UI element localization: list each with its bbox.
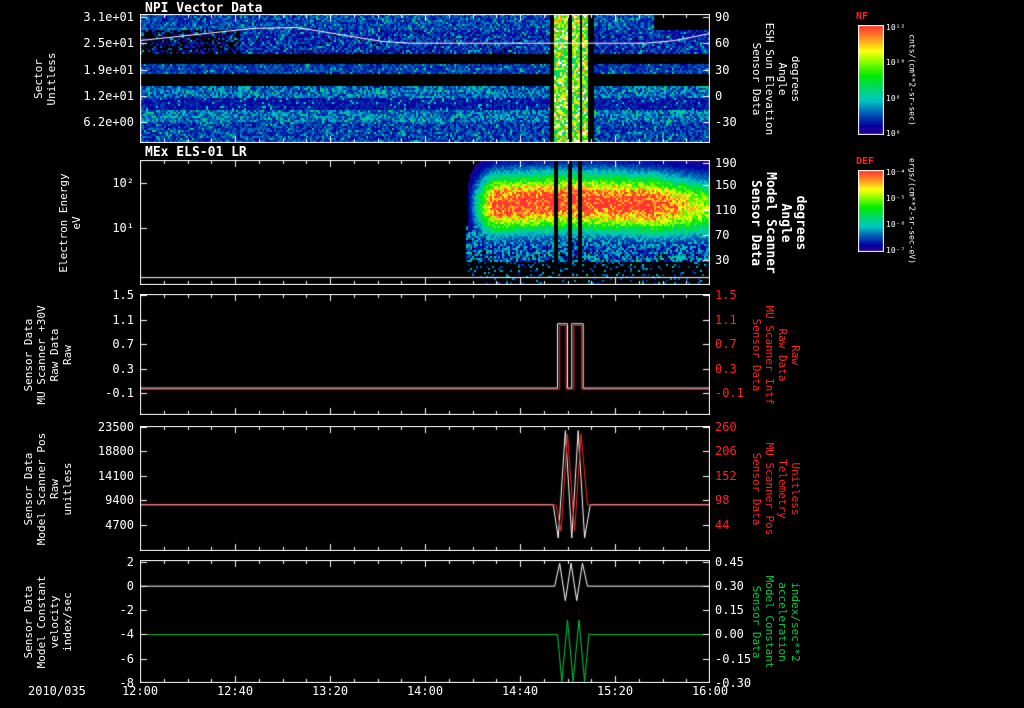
panel4-right-tick-label: 260 xyxy=(715,420,737,434)
panel1-left-tick-label: 3.1e+01 xyxy=(83,9,134,24)
panel2-els-spectrogram-canvas xyxy=(140,160,710,285)
x-axis-tick-label: 14:00 xyxy=(406,684,444,698)
colorbar-nf-canvas xyxy=(858,25,884,135)
panel1-left-tick-label: 1.9e+01 xyxy=(83,62,134,77)
panel5-left-axis-label: Sensor Data Model Constant velocity index/s… xyxy=(22,575,74,668)
panel4-left-axis-label: Sensor Data Model Scanner Pos Raw unitless xyxy=(22,432,74,545)
colorbar-def-canvas xyxy=(858,170,884,252)
colorbar-2-title: DEF xyxy=(856,156,875,167)
colorbar-2-tick-label: 10⁻⁷ xyxy=(886,246,906,256)
panel3-mu-scanner-raw-canvas xyxy=(140,294,710,415)
colorbar-1-tick-label: 10⁸ xyxy=(886,93,901,103)
colorbar-2-units-label: ergs/(cm**2-sr-sec-eV) xyxy=(907,158,917,264)
panel2-title: MEx ELS-01 LR xyxy=(145,145,247,160)
panel1-left-tick-label: 2.5e+01 xyxy=(83,36,134,51)
x-axis-tick-label: 14:40 xyxy=(501,684,539,698)
panel3-left-axis-label: Sensor Data MU Scanner +30V Raw Data Raw xyxy=(22,304,74,405)
colorbar-2-tick-label: 10⁻⁵ xyxy=(886,193,906,203)
panel5-left-tick-label: 2 xyxy=(126,554,134,569)
colorbar-1-units-label: cnts/(cm**2-sr-sec) xyxy=(907,34,917,126)
panel1-left-axis-label: Sector Unitless xyxy=(32,52,58,105)
panel1-left-tick-label: 1.2e+01 xyxy=(83,89,134,104)
panel4-right-axis-label: Unitless Telemetry MU Scanner Pos Sensor Da… xyxy=(750,442,802,535)
colorbar-1-title: NF xyxy=(856,11,869,22)
colorbar-2-tick-label: 10⁻⁴ xyxy=(886,167,906,177)
panel5-model-constant-canvas xyxy=(140,560,710,683)
panel1-right-axis-label: degrees Angle ESH Sun Elevation Sensor Data xyxy=(750,22,802,135)
colorbar-1-tick-label: 10¹² xyxy=(886,23,906,33)
panel5-right-tick-label: 0.45 xyxy=(715,554,744,569)
panel2-right-tick-label: 190 xyxy=(715,156,737,170)
panel3-right-tick-label: 1.5 xyxy=(715,287,737,302)
panel3-left-tick-label: 1.5 xyxy=(112,287,134,302)
colorbar-1-tick-label: 10⁶ xyxy=(886,128,901,138)
colorbar-1-tick-label: 10¹⁰ xyxy=(886,58,906,68)
panel1-npi-spectrogram-canvas xyxy=(140,14,710,143)
x-axis-tick-label: 16:00 xyxy=(691,684,729,698)
x-axis-tick-label: 12:40 xyxy=(216,684,254,698)
panel4-left-tick-label: 23500 xyxy=(97,420,134,434)
panel2-left-axis-label: Electron Energy eV xyxy=(57,172,83,273)
panel5-right-axis-label: index/sec**2 acceleration Model Constant Se… xyxy=(750,575,802,668)
panel2-right-axis-label: degrees Angle Model Scanner Sensor Data xyxy=(748,171,808,274)
panel1-left-tick-label: 6.2e+00 xyxy=(83,114,134,129)
science-plot-page: NPI Vector Data MEx ELS-01 LR 2010/035 3… xyxy=(0,0,1024,708)
x-axis-tick-label: 15:20 xyxy=(596,684,634,698)
panel1-right-tick-label: 90 xyxy=(715,9,730,24)
panel3-right-axis-label: Raw Raw Data MU Scanner Intf Sensor Data xyxy=(750,304,802,405)
panel4-scanner-pos-canvas xyxy=(140,426,710,551)
x-axis-tick-label: 13:20 xyxy=(311,684,349,698)
colorbar-2-tick-label: 10⁻⁶ xyxy=(886,220,906,230)
x-axis-tick-label: 12:00 xyxy=(121,684,159,698)
